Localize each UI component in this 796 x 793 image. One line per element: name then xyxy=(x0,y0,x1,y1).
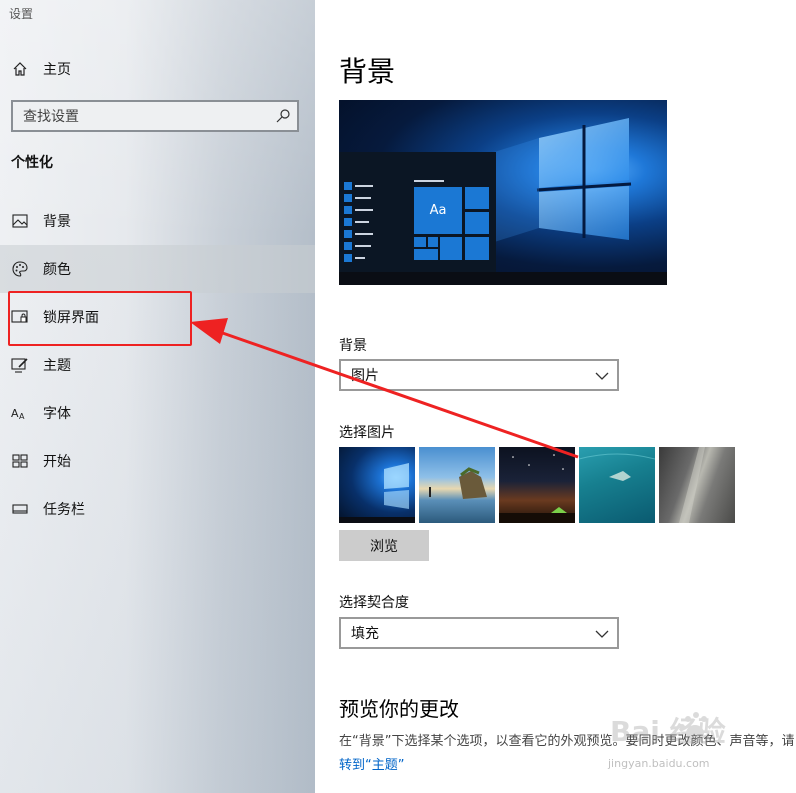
sidebar-item-label: 字体 xyxy=(43,406,71,422)
fit-select-value: 填充 xyxy=(351,626,379,642)
chevron-down-icon xyxy=(595,627,609,643)
preview-taskbar xyxy=(339,272,667,285)
window-title: 设置 xyxy=(9,7,34,21)
picture-thumbnails xyxy=(339,447,739,523)
background-label: 背景 xyxy=(339,338,367,354)
thumbnail-rock[interactable] xyxy=(659,447,735,523)
background-select[interactable]: 图片 xyxy=(339,359,619,391)
section-heading-personalization: 个性化 xyxy=(11,155,53,171)
annotation-highlight-box xyxy=(8,291,192,346)
sidebar-item-taskbar[interactable]: 任务栏 xyxy=(0,485,315,533)
brush-icon xyxy=(10,357,30,373)
choose-picture-label: 选择图片 xyxy=(339,425,395,441)
thumbnail-night-sky[interactable] xyxy=(499,447,575,523)
fit-select[interactable]: 填充 xyxy=(339,617,619,649)
home-nav-item[interactable]: 主页 xyxy=(0,45,315,93)
chevron-down-icon xyxy=(595,369,609,385)
watermark-text: Bai 经验 xyxy=(610,715,726,748)
search-input[interactable]: 查找设置 xyxy=(11,100,299,132)
baidu-watermark-logo: Bai 经验 xyxy=(610,712,726,748)
sidebar-item-label: 开始 xyxy=(43,454,71,470)
sidebar-item-fonts[interactable]: AA 字体 xyxy=(0,389,315,437)
sidebar-item-label: 背景 xyxy=(43,214,71,230)
sidebar-item-color[interactable]: 颜色 xyxy=(0,245,315,293)
sidebar-item-label: 任务栏 xyxy=(43,502,85,518)
watermark-url: jingyan.baidu.com xyxy=(608,757,710,770)
thumbnail-underwater[interactable] xyxy=(579,447,655,523)
sidebar-item-start[interactable]: 开始 xyxy=(0,437,315,485)
sidebar-item-label: 主题 xyxy=(43,358,71,374)
home-label: 主页 xyxy=(43,62,71,78)
home-icon xyxy=(10,61,30,77)
sidebar: 设置 主页 查找设置 个性化 背景 颜色 锁屏界面 主题 A A 字体 开始 任… xyxy=(0,0,315,793)
sidebar-item-label: 颜色 xyxy=(43,262,71,278)
palette-icon xyxy=(10,261,30,277)
page-title: 背景 xyxy=(339,55,396,88)
font-icon: AA xyxy=(10,406,30,420)
main-content: 背景 Aa 背景 图片 选择图片 浏览 选择契合度 填充 预览你的更改 在“背景… xyxy=(315,0,796,793)
image-icon xyxy=(10,214,30,228)
search-placeholder: 查找设置 xyxy=(23,109,79,125)
background-select-value: 图片 xyxy=(351,368,379,384)
thumbnail-windows[interactable] xyxy=(339,447,415,523)
thumbnail-beach[interactable] xyxy=(419,447,495,523)
taskbar-icon xyxy=(10,504,30,514)
sidebar-item-background[interactable]: 背景 xyxy=(0,197,315,245)
fit-label: 选择契合度 xyxy=(339,595,409,611)
go-to-themes-link[interactable]: 转到“主题” xyxy=(339,754,404,773)
preview-changes-heading: 预览你的更改 xyxy=(339,697,459,721)
browse-button[interactable]: 浏览 xyxy=(339,530,429,561)
start-menu-preview: Aa xyxy=(339,152,496,272)
background-preview: Aa xyxy=(339,100,667,285)
search-icon xyxy=(275,108,291,128)
tile-aa: Aa xyxy=(414,187,462,234)
svg-text:A: A xyxy=(11,407,19,420)
sidebar-item-themes[interactable]: 主题 xyxy=(0,341,315,389)
start-grid-icon xyxy=(10,454,30,468)
svg-text:A: A xyxy=(19,412,25,420)
